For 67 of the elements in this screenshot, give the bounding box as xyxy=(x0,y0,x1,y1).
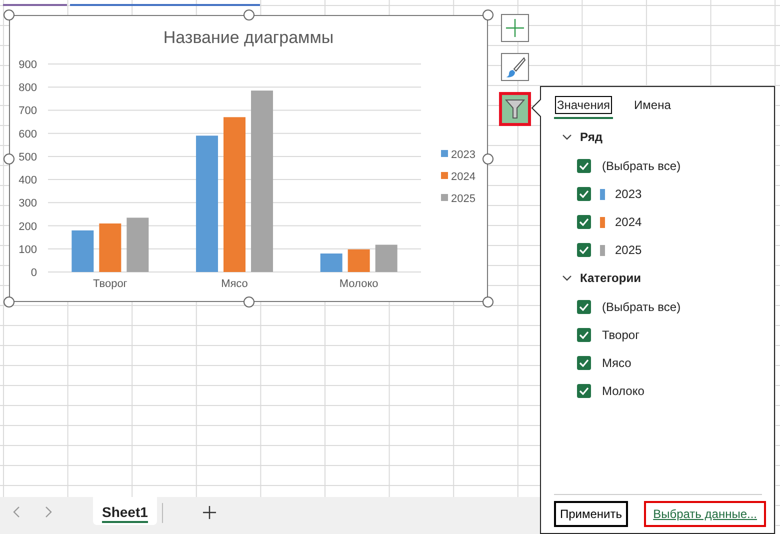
paintbrush-icon xyxy=(504,56,526,78)
checkbox[interactable] xyxy=(577,356,591,370)
category-label: Молоко xyxy=(339,278,378,290)
checkbox-label: 2024 xyxy=(615,215,642,229)
select-data-link[interactable]: Выбрать данные... xyxy=(644,501,766,527)
checkbox-label: Творог xyxy=(602,328,640,342)
checkbox[interactable] xyxy=(577,159,591,173)
axis-tick-label: 900 xyxy=(18,59,37,71)
checkbox-label: 2025 xyxy=(615,243,642,257)
checkbox[interactable] xyxy=(577,300,591,314)
checkbox-label: (Выбрать все) xyxy=(602,300,681,314)
checkbox-label: Мясо xyxy=(602,356,632,370)
checkbox[interactable] xyxy=(577,215,591,229)
checkbox[interactable] xyxy=(577,384,591,398)
chevron-icon[interactable] xyxy=(562,134,572,140)
checkbox-label: 2023 xyxy=(615,187,642,201)
chevron-right-icon xyxy=(44,506,52,518)
sheet-tab[interactable]: Sheet1 xyxy=(93,497,157,525)
axis-tick-label: 300 xyxy=(18,198,37,210)
chart-area[interactable]: Название диаграммы 0 100 200 300 400 500 600 700 800 900 Творог Мясо Молоко 2023 2024 2025 xyxy=(9,15,488,302)
bar xyxy=(72,230,94,272)
category-label: Мясо xyxy=(221,278,248,290)
resize-handle[interactable] xyxy=(4,10,14,20)
panel-tab[interactable]: Имена xyxy=(631,97,674,119)
legend-label: 2025 xyxy=(451,193,476,205)
bar xyxy=(99,223,122,272)
axis-tick-label: 200 xyxy=(18,220,37,233)
legend-item: 2025 xyxy=(441,193,476,205)
axis-tick-label: 600 xyxy=(18,128,37,140)
chart-filter-button[interactable] xyxy=(499,92,531,126)
plus-icon xyxy=(203,506,216,518)
plus-icon xyxy=(505,18,525,38)
add-element-button[interactable] xyxy=(501,14,529,42)
panel-tab[interactable]: Значения xyxy=(554,97,614,119)
axis-tick-label: 100 xyxy=(18,244,37,256)
funnel-icon xyxy=(505,98,525,120)
legend-item: 2024 xyxy=(441,171,476,183)
checkbox[interactable] xyxy=(577,243,591,257)
section-heading: Ряд xyxy=(580,130,602,144)
resize-handle[interactable] xyxy=(4,153,14,164)
resize-handle[interactable] xyxy=(4,296,14,308)
legend-label: 2024 xyxy=(451,171,476,183)
checkbox-label: (Выбрать все) xyxy=(602,159,681,173)
resize-handle[interactable] xyxy=(482,10,494,20)
category-label: Творог xyxy=(93,278,128,290)
bar xyxy=(126,218,149,272)
chart-style-button[interactable] xyxy=(501,53,529,81)
resize-handle[interactable] xyxy=(243,10,254,20)
axis-tick-label: 500 xyxy=(18,151,37,164)
chart-title: Название диаграммы xyxy=(163,28,334,48)
checkbox[interactable] xyxy=(577,328,591,342)
resize-handle[interactable] xyxy=(482,296,494,308)
axis-tick-label: 0 xyxy=(30,267,37,279)
bar xyxy=(375,244,398,272)
legend-label: 2023 xyxy=(451,149,476,161)
bar xyxy=(348,249,370,272)
checkbox[interactable] xyxy=(577,187,591,201)
axis-tick-label: 700 xyxy=(18,105,37,118)
legend-item: 2023 xyxy=(441,149,476,161)
bar xyxy=(320,254,342,272)
chevron-icon[interactable] xyxy=(562,274,572,282)
axis-tick-label: 400 xyxy=(18,174,37,187)
section-heading: Категории xyxy=(580,271,641,285)
axis-tick-label: 800 xyxy=(18,82,37,94)
apply-button[interactable]: Применить xyxy=(554,501,628,527)
checkbox-label: Молоко xyxy=(602,384,644,398)
chevron-left-icon xyxy=(12,506,20,518)
